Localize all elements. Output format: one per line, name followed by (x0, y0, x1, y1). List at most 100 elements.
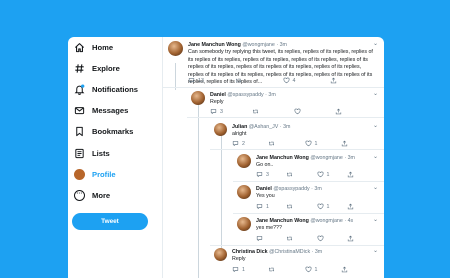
like-button[interactable] (294, 108, 304, 115)
retweet-button[interactable] (252, 108, 262, 115)
nav-home[interactable]: Home (74, 39, 113, 55)
chevron-down-icon[interactable]: ⌄ (373, 184, 378, 191)
reply-count: 3 (266, 171, 269, 178)
chevron-down-icon[interactable]: ⌄ (373, 122, 378, 129)
author-handle: @Ashan_JV (248, 124, 279, 130)
avatar[interactable] (191, 91, 205, 105)
nav-more-label: More (92, 190, 111, 200)
twitter-window: Home Explore Notifications Messages Book… (68, 37, 384, 278)
share-icon (347, 171, 353, 178)
tweet-time: 3m (314, 249, 323, 255)
tweet-header: Jane Manchun Wong @wongmjane · 4s (256, 218, 353, 224)
share-button[interactable] (335, 108, 345, 115)
like-icon (317, 171, 323, 178)
reply-button[interactable]: 2 (232, 140, 245, 147)
chevron-down-icon[interactable]: ⌄ (373, 216, 378, 223)
share-button[interactable] (341, 140, 351, 147)
reply-button[interactable]: 3 (210, 108, 223, 115)
reply-button[interactable]: 1 (232, 266, 245, 273)
reply-button[interactable] (256, 235, 266, 242)
retweet-icon (269, 141, 275, 146)
more-icon: ··· (74, 189, 85, 201)
share-button[interactable] (347, 235, 357, 242)
author-handle: @wongmjane (242, 42, 275, 48)
avatar[interactable] (214, 123, 227, 136)
tweet-text: Yes you (256, 193, 275, 199)
nav-notifications-label: Notifications (92, 84, 138, 94)
tweet-header: Julian @Ashan_JV · 3m (232, 124, 290, 130)
tweet-button[interactable]: Tweet (72, 213, 148, 230)
avatar[interactable] (237, 217, 251, 231)
like-button[interactable]: 1 (305, 266, 318, 273)
share-button[interactable] (347, 203, 357, 210)
retweet-button[interactable] (286, 203, 296, 210)
like-count: 1 (314, 266, 318, 273)
like-count: 4 (292, 77, 296, 84)
nav-explore[interactable]: Explore (74, 60, 120, 76)
chevron-down-icon[interactable]: ⌄ (373, 90, 378, 97)
author-name: Jane Manchun Wong (188, 42, 241, 48)
like-button[interactable]: 1 (305, 140, 318, 147)
reply-button[interactable]: 3 (256, 171, 269, 178)
reply-count: 1 (266, 203, 269, 210)
share-icon (341, 140, 347, 147)
tweet-text: Reply (232, 256, 246, 262)
share-button[interactable] (330, 77, 340, 84)
tweet-time: 3m (283, 124, 291, 130)
like-button[interactable]: 1 (317, 171, 330, 178)
nav-more[interactable]: ··· More (74, 187, 110, 203)
nav-bookmarks[interactable]: Bookmarks (74, 123, 133, 139)
author-handle: @wongmjane (310, 218, 343, 224)
divider (210, 245, 384, 246)
like-button[interactable]: 1 (317, 203, 329, 210)
share-button[interactable] (341, 266, 351, 273)
author-name: Daniel (210, 92, 226, 98)
tweet-text: yes me??? (256, 225, 282, 231)
author-handle: @ChristinaMDick (269, 249, 311, 255)
retweet-icon (236, 78, 242, 83)
like-button[interactable] (317, 235, 327, 242)
share-icon (347, 203, 353, 210)
reply-button[interactable]: 13 (188, 77, 204, 84)
bookmark-icon (76, 126, 83, 136)
like-icon (305, 140, 311, 147)
bell-icon (74, 83, 85, 95)
nav-profile[interactable]: Profile (74, 166, 116, 182)
tweet-time: 3m (268, 92, 276, 98)
tweet-text: Go on.. (256, 162, 274, 168)
share-button[interactable] (347, 171, 357, 178)
tweet-header: Daniel @spassypaddy · 3m (210, 92, 276, 98)
retweet-button[interactable] (268, 140, 278, 147)
retweet-button[interactable] (286, 235, 296, 242)
avatar[interactable] (237, 185, 251, 199)
dot-separator: · (276, 42, 279, 48)
dot-separator: · (265, 92, 267, 98)
like-button[interactable]: 4 (283, 77, 296, 84)
nav-lists[interactable]: Lists (74, 145, 110, 161)
nav-messages[interactable]: Messages (74, 102, 128, 118)
reply-icon (232, 141, 239, 146)
chevron-down-icon[interactable]: ⌄ (373, 40, 378, 47)
avatar[interactable] (214, 248, 227, 261)
nav-notifications[interactable]: Notifications (74, 81, 138, 97)
author-name: Julian (232, 124, 248, 130)
like-count: 1 (314, 140, 318, 147)
avatar[interactable] (168, 41, 183, 56)
author-name: Daniel (256, 186, 272, 192)
avatar[interactable] (237, 154, 251, 168)
tweet-time: 4s (347, 218, 354, 224)
reply-button[interactable]: 1 (256, 203, 269, 210)
nav-messages-label: Messages (92, 105, 129, 115)
chevron-down-icon[interactable]: ⌄ (373, 153, 378, 160)
retweet-button[interactable] (286, 171, 296, 178)
retweet-button[interactable] (268, 266, 278, 273)
chevron-down-icon[interactable]: ⌄ (373, 247, 378, 254)
like-count: 1 (326, 171, 330, 178)
retweet-button[interactable] (235, 77, 245, 84)
retweet-icon (287, 204, 293, 209)
sidebar: Home Explore Notifications Messages Book… (68, 37, 162, 278)
nav-home-label: Home (92, 42, 114, 52)
tweet-header: Jane Manchun Wong @wongmjane · 3m (256, 155, 355, 161)
nav-lists-label: Lists (92, 148, 110, 158)
conversation-feed: Jane Manchun Wong @wongmjane · 3m ⌄ Can so… (162, 37, 384, 278)
